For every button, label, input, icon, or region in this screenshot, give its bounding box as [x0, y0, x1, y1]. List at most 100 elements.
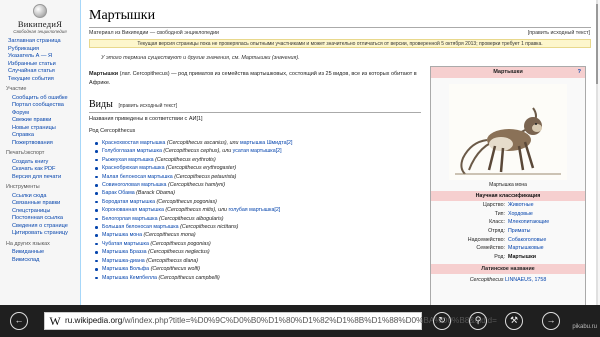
taxonomy-value[interactable]: Хордовые [508, 210, 585, 219]
species-list-item: Мартышка-диана (Cercopithecus diana) [95, 257, 421, 265]
species-latin-name: (Cercopithecus wolfi) [150, 266, 201, 273]
sidebar-main-item[interactable]: Избранные статьи [8, 61, 68, 69]
species-latin-name: (Cercopithecus mona) [143, 232, 196, 239]
species-link[interactable]: Рыжеухая мартышка [102, 157, 154, 163]
vertical-scrollbar[interactable] [596, 0, 598, 305]
latin-author-link[interactable]: LINNAEUS, 1758 [505, 277, 546, 283]
species-link[interactable]: Белогорлая мартышка [102, 216, 158, 222]
taxonomy-rank: Тип: [494, 210, 505, 217]
sidebar: ВикипедиЯ Свободная энциклопедия Заглавн… [0, 0, 80, 305]
species-list-item: Краснобрюхая мартышка (Cercopithecus ery… [95, 164, 421, 172]
scrollbar-thumb[interactable] [596, 4, 598, 84]
infobox-image-caption: Мартышка мона [489, 182, 527, 188]
title-divider [89, 27, 591, 28]
species-link[interactable]: Чубатая мартышка [102, 241, 149, 247]
species-latin-name: (Cercopithecus albogularis) [159, 215, 224, 222]
species-link[interactable]: Мартышка Вольфа [102, 266, 149, 272]
sidebar-tools-item[interactable]: Постоянная ссылка [8, 215, 68, 223]
species-latin-name: (Cercopithecus erythrogaster) [166, 165, 237, 172]
species-link[interactable]: Мартышка Кемпбелла [102, 275, 157, 281]
classification-header: Научная классификация [431, 191, 585, 201]
taxonomy-rows: Царство: Животные Тип: Хордовые Класс: Млекоп… [431, 201, 585, 262]
review-notice-banner: Текущая версия страницы пока не проверял… [89, 39, 591, 48]
taxonomy-rank: Род: [494, 254, 505, 261]
pin-icon[interactable]: ⚲ [469, 312, 487, 330]
sidebar-tools-item[interactable]: Связанные правки [8, 200, 68, 208]
forward-arrow-icon[interactable]: → [542, 312, 560, 330]
species-list-item: Бородатая мартышка (Cercopithecus pogoni… [95, 198, 421, 206]
species-link[interactable]: Краснобрюхая мартышка [102, 165, 165, 171]
species-link[interactable]: Бородатая мартышка [102, 199, 155, 205]
sidebar-main-item[interactable]: Случайная статья [8, 68, 68, 76]
sidebar-tools-item[interactable]: Спецстраницы [8, 208, 68, 216]
participation-header: Участие [6, 86, 27, 92]
species-list-item: Мартышка Вольфа (Cercopithecus wolfi) [95, 265, 421, 273]
taxonomy-rank: Отряд: [488, 228, 505, 235]
sidebar-main-item[interactable]: Текущие события [8, 76, 68, 84]
section-edit-link[interactable]: [править исходный текст] [119, 103, 178, 109]
sidebar-participation-item[interactable]: Свежие правки [8, 117, 68, 125]
species-latin-name: (Cercopithecus hamlyni) [167, 182, 226, 189]
sidebar-language-item[interactable]: Викисклад [8, 257, 68, 265]
species-link[interactable]: Совиноголовая мартышка [102, 182, 166, 188]
species-link[interactable]: Малая белоносая мартышка [102, 174, 173, 180]
species-link[interactable]: Мартышка Бразза [102, 249, 147, 255]
sidebar-main-item[interactable]: Указатель А — Я [8, 53, 68, 61]
infobox-title: Мартышки ? [431, 67, 585, 78]
taxonomy-value[interactable]: Мартышковые [508, 244, 585, 253]
monkey-image[interactable] [449, 84, 567, 180]
sidebar-tools-item[interactable]: Ссылки сюда [8, 193, 68, 201]
sidebar-print-item[interactable]: Скачать как PDF [8, 166, 68, 174]
species-link[interactable]: Мартышка-диана [102, 258, 145, 264]
print-header: Печать/экспорт [6, 150, 45, 156]
species-latin-name: (Cercopithecus pogonias) [156, 198, 217, 205]
hatnote: У этого термина существуют и другие знач… [101, 55, 300, 61]
sidebar-main-item[interactable]: Заглавная страница [8, 38, 68, 46]
species-link[interactable]: Барак Обама [102, 190, 135, 196]
species-alt-name-link[interactable]: мартышка Шмидта[2] [240, 140, 293, 146]
taxonomy-rank: Надсемейство: [467, 236, 505, 243]
sidebar-tools-item[interactable]: Сведения о странице [8, 223, 68, 231]
latin-name-value: Cercopithecus LINNAEUS, 1758 [431, 277, 585, 283]
species-list-item: Мартышка Бразза (Cercopithecus neglectus… [95, 248, 421, 256]
taxonomy-value[interactable]: Собакоголовые [508, 236, 585, 245]
wikipedia-logo[interactable]: ВикипедиЯ Свободная энциклопедия [4, 4, 76, 34]
page-title: Мартышки [89, 8, 156, 23]
sidebar-participation-item[interactable]: Новые страницы [8, 125, 68, 133]
species-link[interactable]: Голубоглазая мартышка [102, 148, 162, 154]
sidebar-print-item[interactable]: Создать книгу [8, 159, 68, 167]
sidebar-participation-item[interactable]: Справка [8, 132, 68, 140]
sidebar-tools-item[interactable]: Цитировать страницу [8, 230, 68, 238]
back-arrow-icon[interactable]: ← [10, 312, 28, 330]
section-title: Виды [89, 99, 113, 110]
species-latin-name: (Cercopithecus campbelli) [158, 274, 220, 281]
wrench-icon[interactable]: ⚒ [505, 312, 523, 330]
taxonomy-rank: Царство: [482, 202, 505, 208]
species-link[interactable]: Большая белоносая мартышка [102, 224, 179, 230]
help-icon[interactable]: ? [578, 67, 581, 78]
sidebar-participation-item[interactable]: Пожертвования [8, 140, 68, 148]
species-latin-name: (Cercopithecus diana) [146, 257, 199, 264]
sidebar-language-item[interactable]: Викиданные [8, 249, 68, 257]
intro-text: (лат. Cercopithecus) — род приматов из с… [89, 71, 417, 86]
species-latin-name: (Cercopithecus cephus), или [163, 148, 232, 155]
sidebar-print-item[interactable]: Версия для печати [8, 174, 68, 182]
taxonomy-row: Класс: Млекопитающие [431, 218, 585, 227]
sidebar-participation-item[interactable]: Портал сообщества [8, 102, 68, 110]
species-latin-name: (Cercopithecus neglectus) [148, 249, 210, 256]
edit-source-link[interactable]: [править исходный текст] [528, 30, 590, 36]
taxonomy-value[interactable]: Животные [508, 201, 585, 210]
taxonomy-value[interactable]: Млекопитающие [508, 218, 585, 227]
species-alt-name-link[interactable]: усатая мартышка[2] [233, 148, 282, 154]
sidebar-main-item[interactable]: Рубрикация [8, 46, 68, 54]
species-alt-name-link[interactable]: голубая мартышка[2] [228, 207, 280, 213]
url-field[interactable]: W ru.wikipedia.org/w/index.php?title=%D0… [44, 312, 497, 330]
species-link[interactable]: Мартышка мона [102, 232, 142, 238]
taxonomy-value[interactable]: Приматы [508, 227, 585, 236]
refresh-icon[interactable]: ↻ [433, 312, 451, 330]
sidebar-participation-item[interactable]: Сообщить об ошибке [8, 95, 68, 103]
intro-paragraph: Мартышки (лат. Cercopithecus) — род прим… [89, 70, 421, 87]
species-link[interactable]: Коронованная мартышка [102, 207, 164, 213]
sidebar-participation-item[interactable]: Форум [8, 110, 68, 118]
species-link[interactable]: Краснохвостая мартышка [102, 140, 165, 146]
